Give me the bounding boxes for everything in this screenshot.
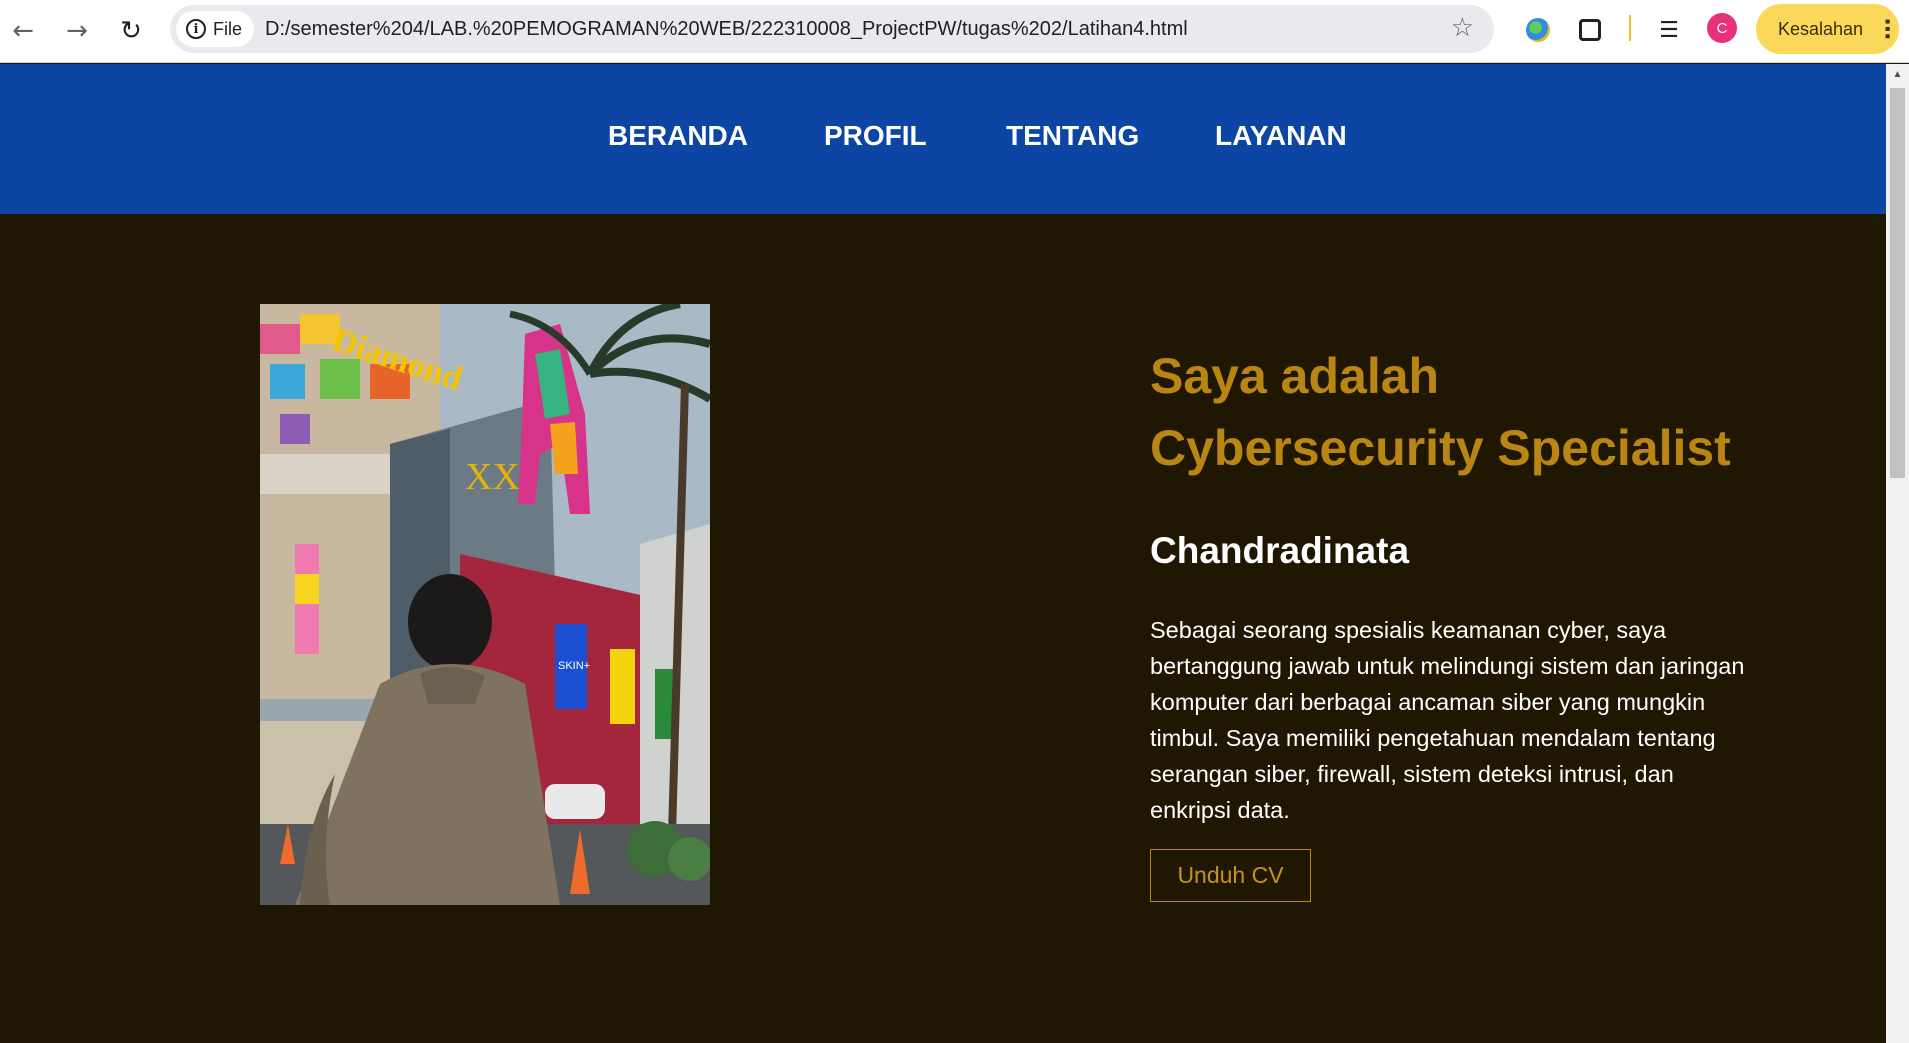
site-info-chip[interactable]: i File <box>176 11 255 47</box>
page-scrollbar[interactable]: ▲ <box>1886 64 1909 1043</box>
extensions-puzzle-icon[interactable] <box>1572 12 1608 48</box>
hero-title-line1: Saya adalah <box>1150 348 1440 404</box>
url-text[interactable]: D:/semester%204/LAB.%20PEMOGRAMAN%20WEB/… <box>265 5 1188 53</box>
profile-avatar[interactable]: C <box>1707 13 1737 43</box>
hero-title: Saya adalah Cybersecurity Specialist <box>1150 340 1850 484</box>
hero-title-line2: Cybersecurity Specialist <box>1150 420 1731 476</box>
browser-toolbar: ← → ↻ i File D:/semester%204/LAB.%20PEMO… <box>0 0 1909 63</box>
error-button[interactable]: Kesalahan ⋯ <box>1756 4 1899 54</box>
nav-link-profil[interactable]: PROFIL <box>824 120 927 152</box>
info-icon: i <box>186 19 206 39</box>
error-label: Kesalahan <box>1778 18 1864 39</box>
back-arrow-icon[interactable]: ← <box>2 10 44 52</box>
nav-link-layanan[interactable]: LAYANAN <box>1215 120 1347 152</box>
media-control-icon[interactable]: ☰ <box>1651 12 1687 48</box>
hero-name: Chandradinata <box>1150 530 1410 571</box>
nav-link-beranda[interactable]: BERANDA <box>608 120 748 152</box>
nav-link-tentang[interactable]: TENTANG <box>1006 120 1139 152</box>
hero-description: Sebagai seorang spesialis keamanan cyber… <box>1150 617 1745 823</box>
extension-globe-icon[interactable] <box>1520 12 1556 48</box>
address-bar[interactable]: i File D:/semester%204/LAB.%20PEMOGRAMAN… <box>170 5 1494 53</box>
reload-icon[interactable]: ↻ <box>110 10 152 52</box>
billboard-text: SKIN+ <box>558 660 590 672</box>
bookmark-star-icon[interactable]: ☆ <box>1451 13 1474 43</box>
site-chip-label: File <box>213 18 243 39</box>
web-page: BERANDA PROFIL TENTANG LAYANAN Diamond X… <box>0 64 1886 1043</box>
forward-arrow-icon[interactable]: → <box>56 10 98 52</box>
scroll-up-arrow-icon[interactable]: ▲ <box>1886 64 1909 86</box>
site-navbar: BERANDA PROFIL TENTANG LAYANAN <box>0 64 1886 214</box>
download-cv-button[interactable]: Unduh CV <box>1150 849 1311 902</box>
kebab-menu-icon: ⋯ <box>1874 18 1900 40</box>
scroll-thumb[interactable] <box>1890 88 1905 478</box>
profile-photo: Diamond XXI SKIN+ <box>260 304 710 905</box>
toolbar-divider <box>1629 15 1631 41</box>
